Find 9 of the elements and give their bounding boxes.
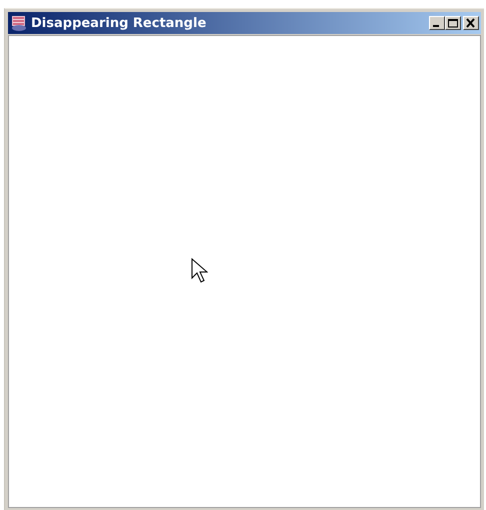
- minimize-button[interactable]: [429, 16, 445, 30]
- window-title: Disappearing Rectangle: [31, 16, 208, 30]
- app-icon: [10, 14, 28, 32]
- close-button[interactable]: [463, 16, 479, 30]
- mouse-pointer-icon: [191, 258, 208, 285]
- close-icon: [465, 18, 477, 28]
- maximize-button[interactable]: [445, 16, 461, 30]
- maximize-icon: [447, 18, 459, 28]
- minimize-icon: [432, 25, 438, 27]
